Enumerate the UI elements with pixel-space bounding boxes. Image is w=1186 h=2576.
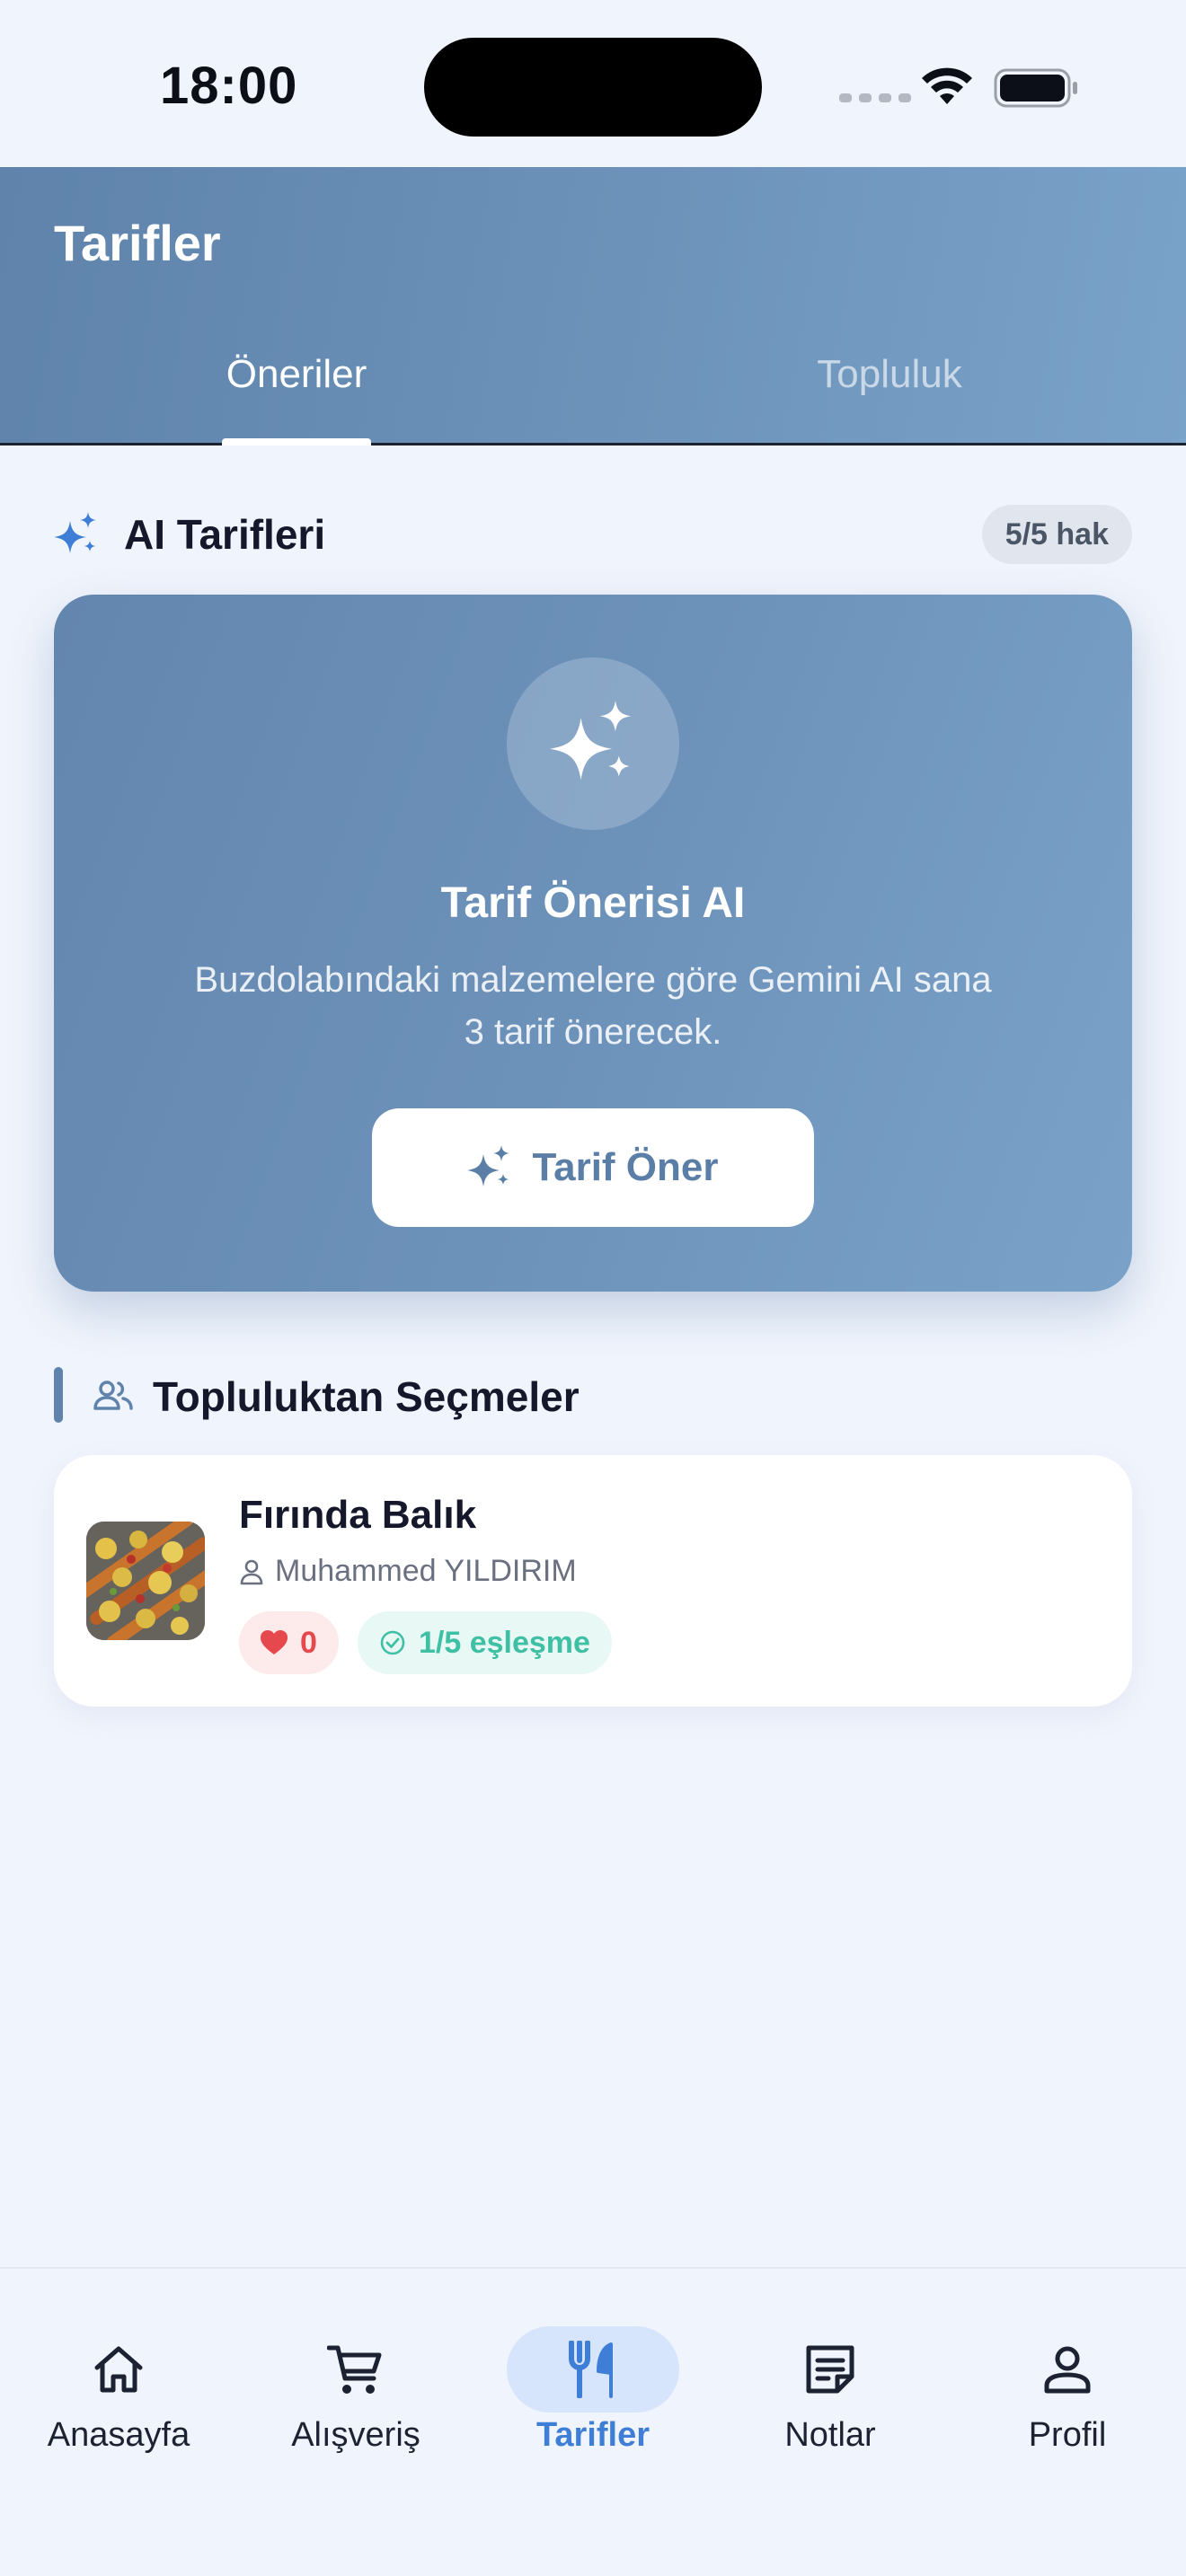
likes-count: 0 [300, 1625, 317, 1660]
sparkles-icon [467, 1145, 510, 1187]
nav-item-tarifler[interactable]: Tarifler [474, 2305, 712, 2457]
battery-icon [994, 68, 1077, 108]
ai-section-header: AI Tarifleri 5/5 hak [54, 503, 1132, 566]
status-icons [839, 63, 1082, 108]
user-icon [240, 1559, 263, 1584]
status-bar: 18:00 [0, 0, 1186, 167]
app-header: Tarifler Öneriler Topluluk [0, 167, 1186, 446]
active-tab-indicator [222, 438, 371, 446]
recipe-card[interactable]: Fırında Balık Muhammed YILDIRIM 0 1/5 eş… [54, 1455, 1132, 1707]
home-icon [94, 2346, 143, 2393]
nav-label-alisveris: Alışveriş [291, 2416, 420, 2454]
nav-label-tarifler: Tarifler [535, 2416, 650, 2454]
quota-badge: 5/5 hak [981, 505, 1132, 564]
nav-item-alisveris[interactable]: Alışveriş [237, 2305, 474, 2457]
suggest-recipe-button[interactable]: Tarif Öner [372, 1108, 814, 1227]
sparkles-icon [54, 512, 96, 553]
check-circle-icon [380, 1630, 405, 1655]
recipe-photo [86, 1522, 205, 1640]
match-badge: 1/5 eşleşme [358, 1611, 612, 1674]
tab-oneriler[interactable]: Öneriler [0, 352, 593, 397]
section-accent-bar [54, 1367, 63, 1423]
page-title: Tarifler [54, 215, 221, 271]
tab-topluluk[interactable]: Topluluk [593, 352, 1186, 397]
community-section-header: Topluluktan Seçmeler [54, 1367, 1132, 1425]
notes-icon [806, 2345, 854, 2394]
ai-card-description: Buzdolabındaki malzemelere göre Gemini A… [194, 960, 992, 1052]
nav-item-notlar[interactable]: Notlar [712, 2305, 949, 2457]
utensils-icon [569, 2341, 613, 2398]
people-icon [93, 1381, 133, 1410]
wifi-icon [922, 67, 972, 104]
suggest-recipe-label: Tarif Öner [532, 1145, 719, 1189]
ai-section-title: AI Tarifleri [124, 511, 326, 558]
status-time: 18:00 [160, 57, 298, 115]
likes-badge[interactable]: 0 [239, 1611, 339, 1674]
ai-recipe-card: Tarif Önerisi AI Buzdolabındaki malzemel… [54, 595, 1132, 1292]
ai-card-title: Tarif Önerisi AI [440, 879, 746, 927]
match-text: 1/5 eşleşme [419, 1625, 590, 1660]
nav-item-profil[interactable]: Profil [949, 2305, 1186, 2457]
screen: { "status_bar": { "time": "18:00" }, "he… [0, 0, 1186, 2576]
heart-icon [261, 1630, 288, 1654]
sparkles-icon [550, 701, 632, 781]
nav-active-pill [507, 2326, 679, 2413]
nav-item-anasayfa[interactable]: Anasayfa [0, 2305, 237, 2457]
nav-label-notlar: Notlar [784, 2416, 876, 2454]
nav-label-profil: Profil [1028, 2416, 1107, 2454]
community-section-title: Topluluktan Seçmeler [153, 1373, 580, 1420]
cart-icon [327, 2345, 382, 2394]
signal-icon [839, 93, 911, 102]
dynamic-island [424, 38, 762, 137]
ai-icon-circle [507, 657, 679, 830]
bottom-nav: Anasayfa Alışveriş Tarifler Notlar Profi… [0, 2267, 1186, 2576]
nav-label-anasayfa: Anasayfa [47, 2416, 190, 2454]
recipe-author: Muhammed YILDIRIM [239, 1554, 577, 1589]
recipe-thumbnail [86, 1522, 205, 1640]
recipe-name: Fırında Balık [239, 1493, 477, 1537]
recipe-author-name: Muhammed YILDIRIM [275, 1554, 577, 1588]
profile-icon [1044, 2346, 1091, 2394]
